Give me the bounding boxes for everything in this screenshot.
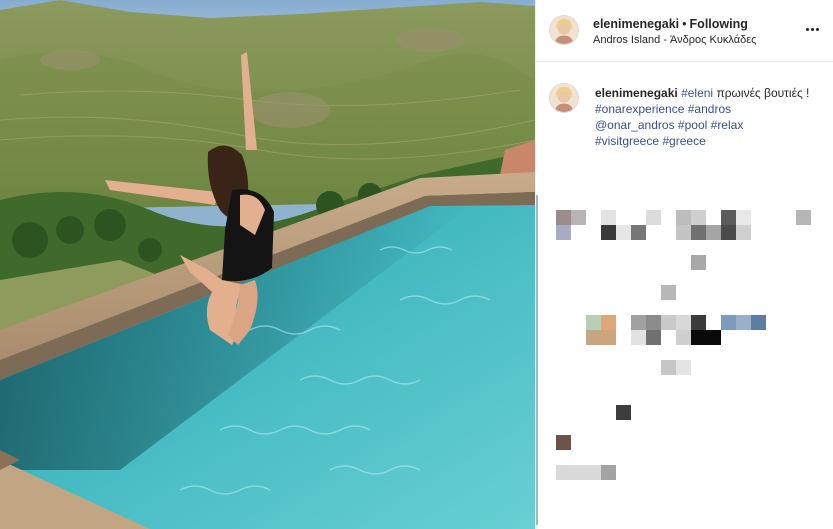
caption: elenimenegaki #eleni πρωινές βουτιές ! #…: [536, 62, 833, 182]
hashtag-link[interactable]: #visitgreece: [595, 134, 659, 148]
location-link[interactable]: Andros Island - Άνδρος Κυκλάδες: [593, 34, 756, 46]
caption-username[interactable]: elenimenegaki: [595, 86, 678, 100]
blurred-comments: [536, 190, 833, 529]
hashtag-link[interactable]: #eleni: [681, 86, 713, 100]
hashtag-link[interactable]: #onarexperience: [595, 102, 684, 116]
hashtag-link[interactable]: #andros: [688, 102, 731, 116]
separator-dot: •: [682, 17, 687, 31]
username-link[interactable]: elenimenegaki: [593, 17, 679, 31]
hashtag-link[interactable]: #greece: [662, 134, 705, 148]
more-options-icon[interactable]: [803, 20, 821, 38]
caption-avatar[interactable]: [549, 83, 579, 113]
mention-link[interactable]: @onar_andros: [595, 118, 675, 132]
following-button[interactable]: Following: [690, 17, 748, 31]
post-photo[interactable]: [0, 0, 535, 529]
caption-body: πρωινές βουτιές !: [716, 86, 810, 100]
pool-jump-photo: [0, 0, 535, 529]
hashtag-link[interactable]: #relax: [711, 118, 744, 132]
profile-photo-icon[interactable]: [549, 15, 579, 45]
caption-text: elenimenegaki #eleni πρωινές βουτιές ! #…: [595, 85, 820, 149]
post-header: elenimenegaki • Following Andros Island - …: [536, 0, 833, 62]
hashtag-link[interactable]: #pool: [678, 118, 707, 132]
post-sidebar: elenimenegaki • Following Andros Island - …: [535, 0, 833, 529]
post-header-title: elenimenegaki • Following: [593, 17, 748, 31]
